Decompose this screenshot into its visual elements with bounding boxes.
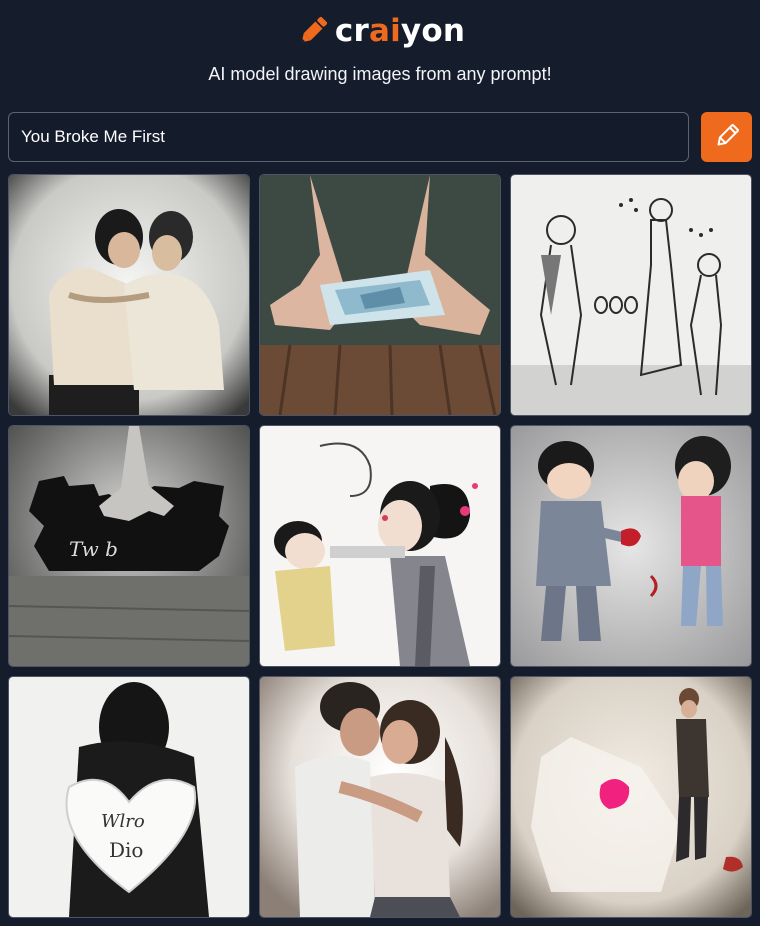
result-image-5[interactable] (259, 425, 501, 667)
svg-text:Wlro: Wlro (101, 811, 145, 832)
result-image-7[interactable]: Wlro Dio (8, 676, 250, 918)
result-image-2[interactable] (259, 174, 501, 416)
result-image-3[interactable] (510, 174, 752, 416)
logo-text: craiyon (335, 13, 465, 49)
result-image-1[interactable] (8, 174, 250, 416)
tagline: AI model drawing images from any prompt! (208, 64, 552, 84)
prompt-input[interactable] (8, 112, 689, 162)
results-grid: Tw b Wlro Dio (8, 174, 752, 918)
result-image-4[interactable]: Tw b (8, 425, 250, 667)
draw-button[interactable] (701, 112, 752, 162)
logo-prefix: cr (334, 13, 369, 49)
result-image-8[interactable] (259, 676, 501, 918)
prompt-bar (8, 112, 752, 162)
pencil-icon (713, 122, 741, 153)
craiyon-logo[interactable]: craiyon (0, 10, 760, 52)
result-image-6[interactable] (510, 425, 752, 667)
svg-text:Tw b: Tw b (69, 537, 118, 561)
logo-suffix: yon (400, 13, 466, 49)
header: craiyon AI model drawing images from any… (0, 0, 760, 100)
logo-highlight: ai (368, 13, 401, 49)
svg-text:Dio: Dio (109, 838, 143, 862)
result-image-9[interactable] (510, 676, 752, 918)
pencil-icon (295, 13, 331, 49)
